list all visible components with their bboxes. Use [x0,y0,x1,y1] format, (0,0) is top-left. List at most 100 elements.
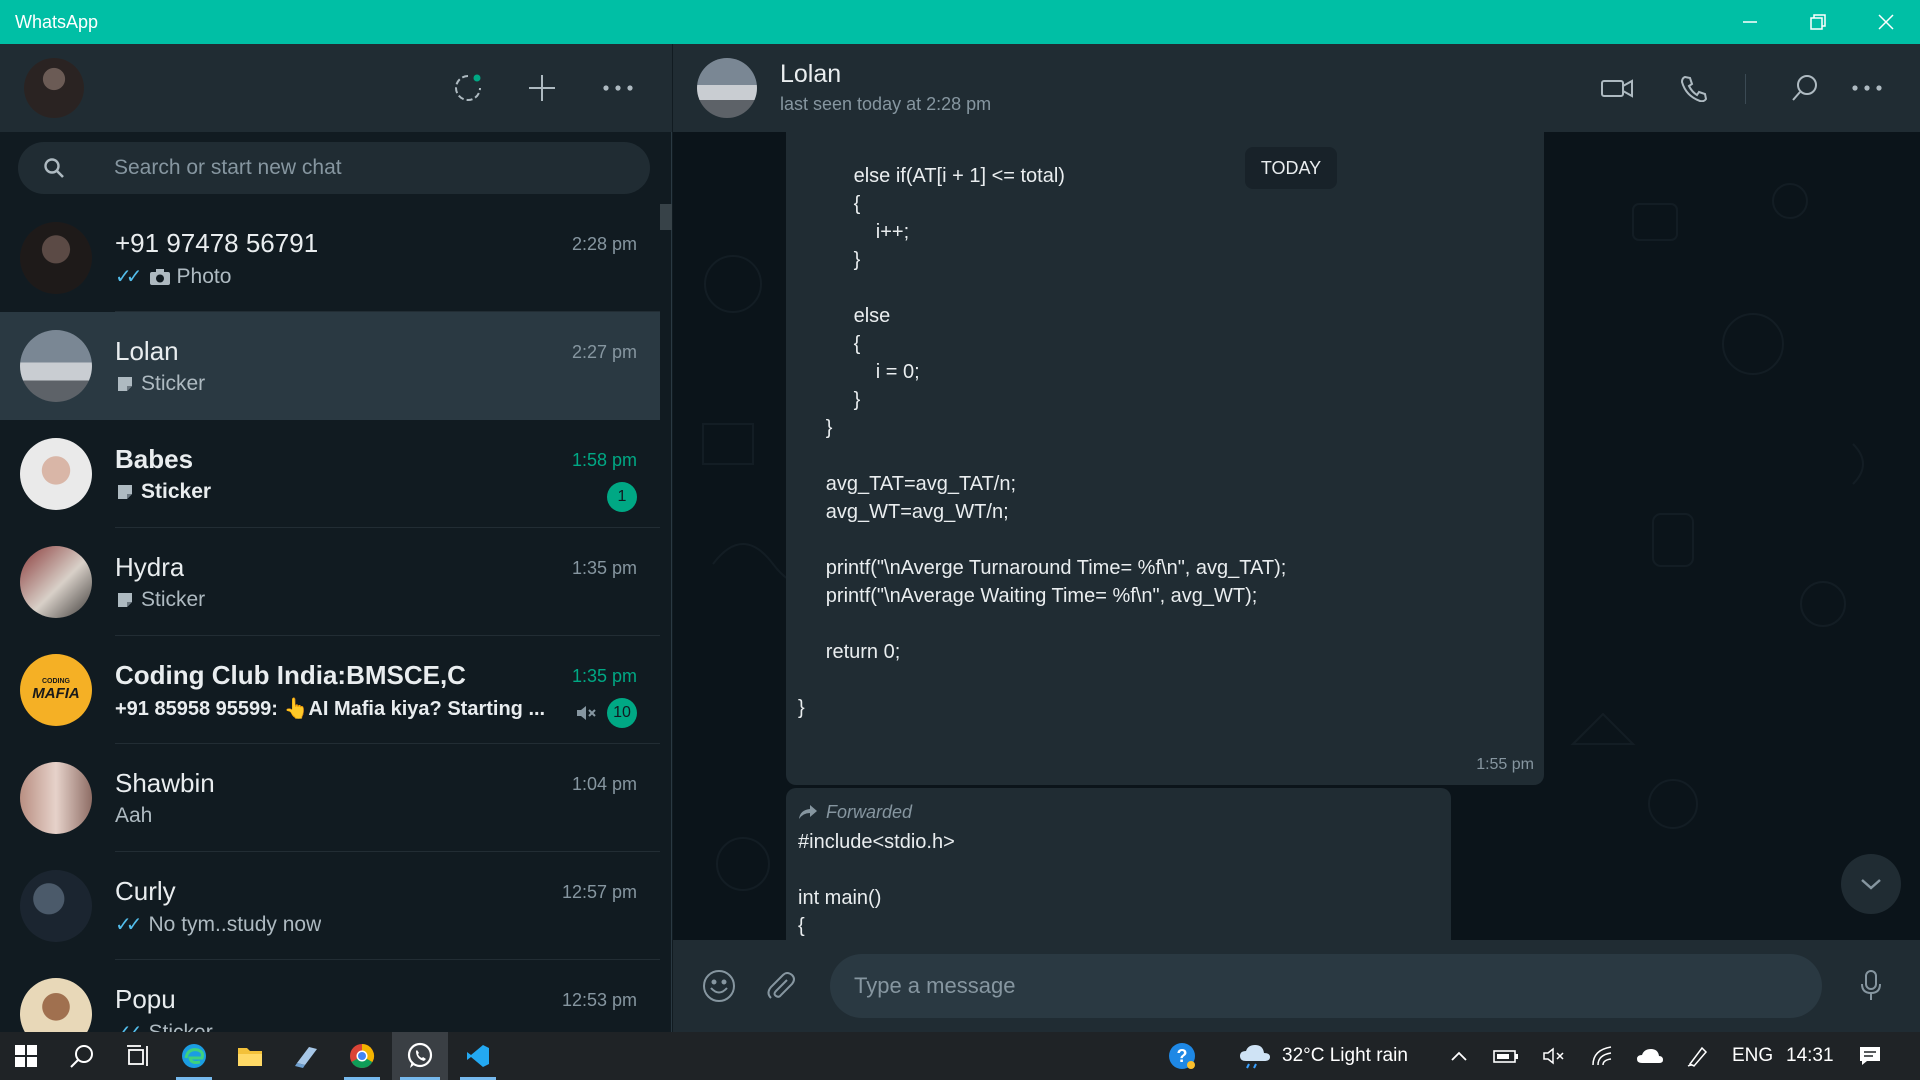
taskbar-notes-app[interactable] [280,1032,332,1080]
search-messages-button[interactable] [1785,68,1825,108]
clock[interactable]: 14:31 [1786,1032,1834,1080]
muted-icon [577,706,596,720]
avatar [20,870,92,942]
chrome-icon [350,1044,375,1069]
taskbar-vscode[interactable] [452,1032,504,1080]
folder-icon [238,1048,262,1066]
notes-icon [295,1047,317,1068]
menu-button[interactable] [598,68,638,108]
taskbar-whatsapp[interactable] [392,1032,448,1080]
more-icon [1852,85,1882,91]
search-icon [1792,75,1817,101]
chat-name: Shawbin [115,768,215,798]
phone-icon [1680,75,1707,102]
chat-item-shawbin[interactable]: Shawbin 1:04 pm Aah [0,744,660,852]
whatsapp-icon [407,1042,433,1068]
chat-item-babes[interactable]: Babes 1:58 pm Sticker 1 [0,420,660,528]
unread-badge: 10 [607,698,637,728]
weather-text[interactable]: 32°C Light rain [1282,1032,1408,1080]
chat-item-coding-club[interactable]: CODING MAFIA Coding Club India:BMSCE,C 1… [0,636,660,744]
chat-list: +91 97478 56791 2:28 pm ✓✓ Photo Lolan 2… [0,204,660,1032]
chevron-down-icon [1861,879,1881,890]
battery-button[interactable] [1488,1032,1524,1080]
task-view-button[interactable] [112,1032,164,1080]
chat-name: Curly [115,876,176,906]
my-avatar[interactable] [24,58,84,118]
message-bubble[interactable]: else if(AT[i + 1] <= total) { i++; } els… [786,130,1544,785]
chat-preview: Sticker [115,372,205,396]
chat-preview: +91 85958 95599: 👆AI Mafia kiya? Startin… [115,696,545,721]
sticker-icon [118,377,132,391]
chat-preview: Sticker [115,480,211,504]
avatar [20,546,92,618]
chat-item-phone-number[interactable]: +91 97478 56791 2:28 pm ✓✓ Photo [0,204,660,312]
chat-preview: ✓✓ Sticker [115,1020,213,1033]
help-button[interactable]: ? [1160,1032,1204,1080]
status-icon [455,74,481,101]
chat-name: Babes [115,444,194,474]
taskbar-search-button[interactable] [56,1032,108,1080]
edge-browser-icon [182,1044,206,1068]
voice-call-button[interactable] [1673,68,1713,108]
avatar [20,330,92,402]
conversation-menu-button[interactable] [1847,68,1887,108]
message-input[interactable] [830,954,1822,1018]
weather-widget-icon[interactable] [1232,1032,1278,1080]
onedrive-button[interactable] [1632,1032,1668,1080]
smiley-icon [703,970,735,1002]
whatsapp-app: WhatsApp Search or start new chat +91 97… [0,0,1920,1080]
microphone-icon [1861,970,1881,1000]
restore-button[interactable] [1784,0,1852,44]
chat-preview-text: Sticker [141,372,206,395]
contact-status: last seen today at 2:28 pm [780,94,992,114]
taskbar-chrome[interactable] [336,1032,388,1080]
chat-item-lolan[interactable]: Lolan 2:27 pm Sticker [0,312,660,420]
paperclip-icon [767,972,795,999]
taskbar-file-explorer[interactable] [224,1032,276,1080]
close-icon [1878,14,1894,30]
search-input[interactable] [114,142,634,194]
chat-item-hydra[interactable]: Hydra 1:35 pm Sticker [0,528,660,636]
voice-message-button[interactable] [1851,966,1891,1006]
forwarded-text: Forwarded [826,802,913,822]
search-icon [70,1045,93,1068]
notification-icon [1860,1047,1880,1065]
sticker-icon [118,593,132,607]
notifications-button[interactable] [1852,1032,1888,1080]
video-camera-icon [1601,79,1633,98]
taskbar-edge[interactable] [168,1032,220,1080]
chat-preview: ✓✓ Photo [115,264,231,289]
chevron-up-icon [1451,1051,1467,1061]
video-call-button[interactable] [1597,68,1637,108]
volume-muted-icon [1543,1047,1564,1065]
show-hidden-icons-button[interactable] [1444,1032,1474,1080]
wifi-icon [1592,1046,1612,1066]
contact-avatar[interactable] [697,58,757,118]
message-text: else if(AT[i + 1] <= total) { i++; } els… [798,165,1287,719]
message-time: 1:55 pm [1476,756,1534,773]
contact-name[interactable]: Lolan [780,60,841,89]
start-button[interactable] [0,1032,52,1080]
windows-logo-icon [15,1045,37,1067]
volume-button[interactable] [1536,1032,1572,1080]
new-chat-button[interactable] [522,68,562,108]
emoji-button[interactable] [699,966,739,1006]
chat-time: 1:58 pm [571,450,637,470]
forward-arrow-icon [799,805,817,819]
chat-preview: ✓✓ No tym..study now [115,912,321,937]
chat-item-popu[interactable]: Popu 12:53 pm ✓✓ Sticker [0,960,660,1032]
chat-time: 1:04 pm [571,774,637,794]
network-button[interactable] [1584,1032,1620,1080]
close-button[interactable] [1852,0,1920,44]
status-button[interactable] [448,68,488,108]
chat-list-scrollbar[interactable] [660,204,672,230]
help-icon: ? [1169,1043,1195,1069]
input-language[interactable]: ENG [1732,1032,1773,1080]
minimize-button[interactable] [1716,0,1784,44]
title-bar: WhatsApp [0,0,1920,44]
chat-name: Lolan [115,336,179,366]
attach-button[interactable] [761,966,801,1006]
chat-item-curly[interactable]: Curly 12:57 pm ✓✓ No tym..study now [0,852,660,960]
pen-button[interactable] [1680,1032,1716,1080]
scroll-to-bottom-button[interactable] [1841,854,1901,914]
